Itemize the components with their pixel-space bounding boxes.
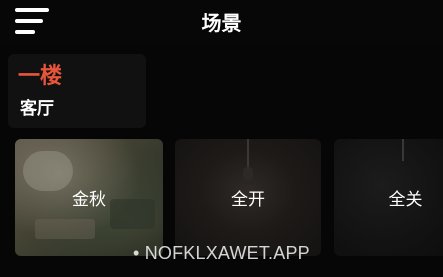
scene-card-all-on[interactable]: 全开 bbox=[175, 139, 321, 256]
top-bar: 场景 bbox=[0, 0, 443, 44]
scene-label: 金秋 bbox=[72, 190, 106, 210]
lamp-cord bbox=[247, 139, 249, 169]
light-bulb-icon bbox=[243, 167, 253, 181]
lamp-cord bbox=[402, 139, 404, 161]
scene-label: 全关 bbox=[388, 190, 423, 210]
scene-label: 全开 bbox=[231, 190, 265, 210]
app-root: 场景 一楼 客厅 金秋 全开 全关 • NOFKLXAWET.APP bbox=[0, 0, 443, 277]
scene-card-jinqiu[interactable]: 金秋 bbox=[15, 139, 163, 256]
page-title: 场景 bbox=[201, 11, 242, 35]
scene-card-all-off[interactable]: 全关 bbox=[334, 139, 443, 256]
floor-name: 一楼 bbox=[18, 64, 63, 89]
room-selector-card[interactable]: 一楼 客厅 bbox=[8, 54, 146, 128]
room-name: 客厅 bbox=[20, 99, 54, 119]
watermark: • NOFKLXAWET.APP bbox=[133, 243, 310, 263]
